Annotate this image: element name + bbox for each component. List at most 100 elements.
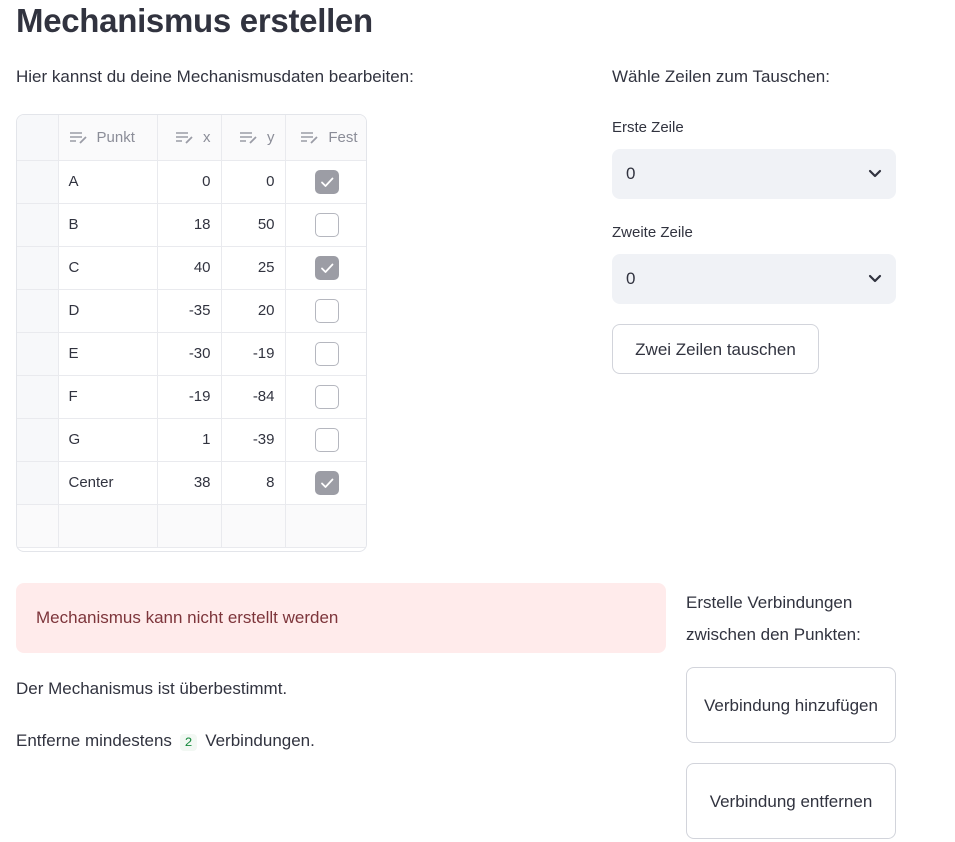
cell-fest[interactable]	[285, 375, 366, 419]
cell-x[interactable]: -35	[157, 289, 222, 333]
cell-punkt[interactable]: D	[58, 289, 158, 333]
table-row[interactable]: E -30 -19	[17, 332, 366, 376]
cell-fest[interactable]	[285, 418, 366, 462]
cell-x[interactable]: 40	[157, 246, 222, 290]
cell-y[interactable]: 8	[221, 461, 286, 505]
column-header-y[interactable]: y	[221, 115, 286, 161]
row-index-cell[interactable]	[17, 504, 59, 548]
cell-punkt[interactable]: F	[58, 375, 158, 419]
error-message: Mechanismus kann nicht erstellt werden	[36, 608, 339, 627]
fest-checkbox[interactable]	[314, 212, 339, 237]
new-cell[interactable]	[285, 504, 366, 548]
cell-punkt[interactable]: G	[58, 418, 158, 462]
table-header-row: Punkt x y Fest	[17, 115, 366, 161]
row-index-cell[interactable]	[17, 418, 59, 462]
cell-fest[interactable]	[285, 332, 366, 376]
error-alert: Mechanismus kann nicht erstellt werden	[16, 583, 666, 653]
row-index-header	[17, 115, 59, 161]
swap-caption: Wähle Zeilen zum Tauschen:	[612, 67, 830, 86]
cell-x[interactable]: 0	[157, 160, 222, 204]
table-row[interactable]: C 40 25	[17, 246, 366, 290]
remove-connection-button[interactable]: Verbindung entfernen	[686, 763, 896, 839]
cell-x[interactable]: -30	[157, 332, 222, 376]
column-header-fest[interactable]: Fest	[285, 115, 366, 161]
edit-column-icon	[176, 131, 193, 144]
message-suffix: Verbindungen.	[205, 731, 315, 750]
column-header-punkt[interactable]: Punkt	[58, 115, 158, 161]
cell-punkt[interactable]: Center	[58, 461, 158, 505]
fest-checkbox[interactable]	[314, 341, 339, 366]
cell-x[interactable]: 1	[157, 418, 222, 462]
edit-column-icon	[240, 131, 257, 144]
cell-punkt[interactable]: B	[58, 203, 158, 247]
column-header-label: y	[267, 128, 275, 146]
cell-fest[interactable]	[285, 289, 366, 333]
row-index-cell[interactable]	[17, 332, 59, 376]
fest-checkbox[interactable]	[314, 384, 339, 409]
data-editor-caption: Hier kannst du deine Mechanismusdaten be…	[16, 67, 414, 86]
add-connection-button[interactable]: Verbindung hinzufügen	[686, 667, 896, 743]
chevron-down-icon	[868, 274, 882, 283]
add-row[interactable]	[17, 504, 366, 548]
first-row-select[interactable]: 0	[612, 149, 896, 199]
row-index-cell[interactable]	[17, 461, 59, 505]
column-header-label: x	[203, 128, 211, 146]
table-row[interactable]: A 0 0	[17, 160, 366, 204]
cell-x[interactable]: 18	[157, 203, 222, 247]
check-icon	[320, 263, 333, 273]
column-header-label: Fest	[328, 128, 358, 146]
row-index-cell[interactable]	[17, 203, 59, 247]
new-cell[interactable]	[157, 504, 222, 548]
cell-fest[interactable]	[285, 203, 366, 247]
table-row[interactable]: Center 38 8	[17, 461, 366, 505]
second-row-label: Zweite Zeile	[612, 224, 693, 241]
mechanism-data-grid[interactable]: Punkt x y Fest A 0 0 B 18 50 C 40 25 D -…	[16, 114, 367, 552]
cell-fest[interactable]	[285, 160, 366, 204]
table-row[interactable]: G 1 -39	[17, 418, 366, 462]
fest-checkbox[interactable]	[314, 169, 339, 194]
cell-y[interactable]: -39	[221, 418, 286, 462]
check-icon	[320, 478, 333, 488]
cell-y[interactable]: -19	[221, 332, 286, 376]
cell-y[interactable]: 50	[221, 203, 286, 247]
row-index-cell[interactable]	[17, 246, 59, 290]
cell-punkt[interactable]: A	[58, 160, 158, 204]
edit-column-icon	[301, 131, 318, 144]
cell-fest[interactable]	[285, 246, 366, 290]
cell-y[interactable]: 25	[221, 246, 286, 290]
new-cell[interactable]	[221, 504, 286, 548]
cell-punkt[interactable]: E	[58, 332, 158, 376]
cell-punkt[interactable]: C	[58, 246, 158, 290]
column-header-label: Punkt	[96, 128, 135, 146]
fest-checkbox[interactable]	[314, 255, 339, 280]
table-row[interactable]: D -35 20	[17, 289, 366, 333]
cell-x[interactable]: -19	[157, 375, 222, 419]
row-index-cell[interactable]	[17, 289, 59, 333]
cell-x[interactable]: 38	[157, 461, 222, 505]
second-row-value: 0	[626, 269, 636, 288]
first-row-value: 0	[626, 164, 636, 183]
connections-caption: Erstelle Verbindungen zwischen den Punkt…	[686, 593, 861, 644]
table-row[interactable]: F -19 -84	[17, 375, 366, 419]
edit-column-icon	[69, 131, 87, 144]
table-row[interactable]: B 18 50	[17, 203, 366, 247]
cell-fest[interactable]	[285, 461, 366, 505]
page-title: Mechanismus erstellen	[16, 2, 373, 39]
cell-y[interactable]: -84	[221, 375, 286, 419]
fest-checkbox[interactable]	[314, 298, 339, 323]
first-row-label: Erste Zeile	[612, 119, 684, 136]
row-index-cell[interactable]	[17, 375, 59, 419]
swap-rows-button[interactable]: Zwei Zeilen tauschen	[612, 324, 819, 374]
row-index-cell[interactable]	[17, 160, 59, 204]
check-icon	[320, 177, 333, 187]
column-header-x[interactable]: x	[157, 115, 222, 161]
connection-count-badge: 2	[179, 734, 198, 751]
second-row-select[interactable]: 0	[612, 254, 896, 304]
fest-checkbox[interactable]	[314, 427, 339, 452]
fest-checkbox[interactable]	[314, 470, 339, 495]
chevron-down-icon	[868, 169, 882, 178]
cell-y[interactable]: 0	[221, 160, 286, 204]
message-prefix: Entferne mindestens	[16, 731, 172, 750]
cell-y[interactable]: 20	[221, 289, 286, 333]
new-cell[interactable]	[58, 504, 158, 548]
